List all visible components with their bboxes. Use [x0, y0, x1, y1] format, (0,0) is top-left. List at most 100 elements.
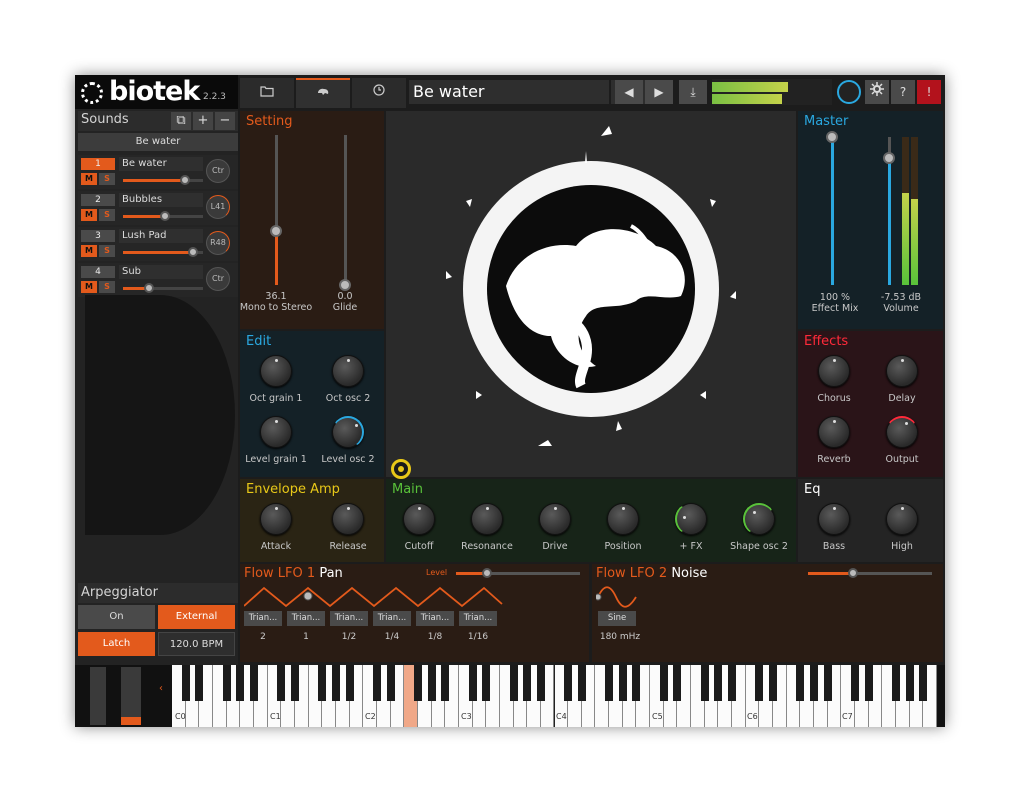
lfo1-shape-button-4[interactable]: Trian...	[373, 611, 411, 626]
lfo1-shape-button-1[interactable]: Trian...	[244, 611, 282, 626]
black-key[interactable]	[181, 665, 190, 701]
resonance-knob[interactable]	[471, 503, 503, 535]
pan-knob[interactable]: Ctr	[206, 267, 230, 291]
shape-osc-2-knob[interactable]	[743, 503, 775, 535]
save-preset-button[interactable]: ⤓	[679, 80, 707, 104]
level-grain-1-knob[interactable]	[260, 416, 292, 448]
lfo1-shape-button-2[interactable]: Trian...	[287, 611, 325, 626]
black-key[interactable]	[331, 665, 340, 701]
black-key[interactable]	[659, 665, 668, 701]
black-key[interactable]	[714, 665, 723, 701]
black-key[interactable]	[618, 665, 627, 701]
sound-level-slider[interactable]	[123, 175, 203, 185]
play-indicator-icon[interactable]	[391, 459, 411, 479]
black-key[interactable]	[632, 665, 641, 701]
black-key[interactable]	[236, 665, 245, 701]
oct-grain-1-knob[interactable]	[260, 355, 292, 387]
black-key[interactable]	[290, 665, 299, 701]
lfo1-shape-button-5[interactable]: Trian...	[416, 611, 454, 626]
lfo2-shape-button[interactable]: Sine	[598, 611, 636, 626]
solo-button[interactable]: S	[99, 173, 115, 185]
black-key[interactable]	[673, 665, 682, 701]
sound-row[interactable]: 4 Sub M S Ctr	[78, 263, 238, 297]
oct-osc-2-knob[interactable]	[332, 355, 364, 387]
tab-main[interactable]	[296, 78, 350, 108]
solo-button[interactable]: S	[99, 245, 115, 257]
octave-down-icon[interactable]: ‹	[159, 683, 163, 694]
black-key[interactable]	[386, 665, 395, 701]
black-key[interactable]	[864, 665, 873, 701]
output-knob[interactable]	[886, 416, 918, 448]
piano-keyboard[interactable]: ‹ › C0 C1 C2 C3 C4 C5 C6 C7	[75, 665, 945, 727]
cutoff-knob[interactable]	[403, 503, 435, 535]
sound-name[interactable]: Sub	[119, 265, 203, 279]
lfo1-shape-button-6[interactable]: Trian...	[459, 611, 497, 626]
black-key[interactable]	[468, 665, 477, 701]
sound-level-slider[interactable]	[123, 211, 203, 221]
lfo1-level-slider[interactable]	[456, 568, 580, 578]
mute-button[interactable]: M	[81, 173, 97, 185]
arp-latch-button[interactable]: Latch	[78, 632, 155, 656]
pan-knob[interactable]: Ctr	[206, 159, 230, 183]
black-key[interactable]	[222, 665, 231, 701]
sound-row[interactable]: 3 Lush Pad M S R48	[78, 227, 238, 261]
black-key[interactable]	[564, 665, 573, 701]
volume-slider[interactable]	[883, 137, 895, 285]
black-key[interactable]	[345, 665, 354, 701]
plus-fx-knob[interactable]	[675, 503, 707, 535]
black-key[interactable]	[577, 665, 586, 701]
tab-browser[interactable]	[240, 78, 294, 108]
mute-button[interactable]: M	[81, 209, 97, 221]
help-button[interactable]: ?	[891, 80, 915, 104]
solo-button[interactable]: S	[99, 209, 115, 221]
pan-knob[interactable]: L41	[206, 195, 230, 219]
position-knob[interactable]	[607, 503, 639, 535]
remove-sound-button[interactable]: −	[215, 112, 235, 130]
black-key[interactable]	[851, 665, 860, 701]
settings-button[interactable]	[865, 80, 889, 104]
arp-on-button[interactable]: On	[78, 605, 155, 629]
black-key[interactable]	[318, 665, 327, 701]
sound-number[interactable]: 2	[81, 194, 115, 206]
tab-history[interactable]	[352, 78, 406, 108]
duplicate-sound-button[interactable]: ⧉	[171, 112, 191, 130]
black-key[interactable]	[441, 665, 450, 701]
black-key[interactable]	[277, 665, 286, 701]
black-key[interactable]	[823, 665, 832, 701]
lfo2-level-slider[interactable]	[808, 568, 932, 578]
mute-button[interactable]: M	[81, 281, 97, 293]
sound-name[interactable]: Lush Pad	[119, 229, 203, 243]
alert-button[interactable]: !	[917, 80, 941, 104]
pitch-bend-wheel[interactable]	[90, 667, 106, 725]
black-key[interactable]	[536, 665, 545, 701]
black-key[interactable]	[769, 665, 778, 701]
arp-bpm-field[interactable]: 120.0 BPM	[158, 632, 235, 656]
arp-external-button[interactable]: External	[158, 605, 235, 629]
bass-knob[interactable]	[818, 503, 850, 535]
level-osc-2-knob[interactable]	[332, 416, 364, 448]
add-sound-button[interactable]: +	[193, 112, 213, 130]
release-knob[interactable]	[332, 503, 364, 535]
black-key[interactable]	[195, 665, 204, 701]
black-key[interactable]	[810, 665, 819, 701]
prev-preset-button[interactable]: ◀	[615, 80, 643, 104]
effect-mix-slider[interactable]	[826, 131, 838, 285]
reverb-knob[interactable]	[818, 416, 850, 448]
delay-knob[interactable]	[886, 355, 918, 387]
high-knob[interactable]	[886, 503, 918, 535]
chorus-knob[interactable]	[818, 355, 850, 387]
lfo1-shape-button-3[interactable]: Trian...	[330, 611, 368, 626]
attack-knob[interactable]	[260, 503, 292, 535]
sound-name[interactable]: Be water	[119, 157, 203, 171]
drive-knob[interactable]	[539, 503, 571, 535]
glide-slider[interactable]	[339, 135, 351, 291]
black-key[interactable]	[372, 665, 381, 701]
black-key[interactable]	[249, 665, 258, 701]
mod-wheel[interactable]	[121, 667, 141, 725]
black-key[interactable]	[700, 665, 709, 701]
sound-number[interactable]: 3	[81, 230, 115, 242]
mute-button[interactable]: M	[81, 245, 97, 257]
sound-name[interactable]: Bubbles	[119, 193, 203, 207]
black-key[interactable]	[919, 665, 928, 701]
lfo1-target[interactable]: Pan	[319, 566, 342, 581]
